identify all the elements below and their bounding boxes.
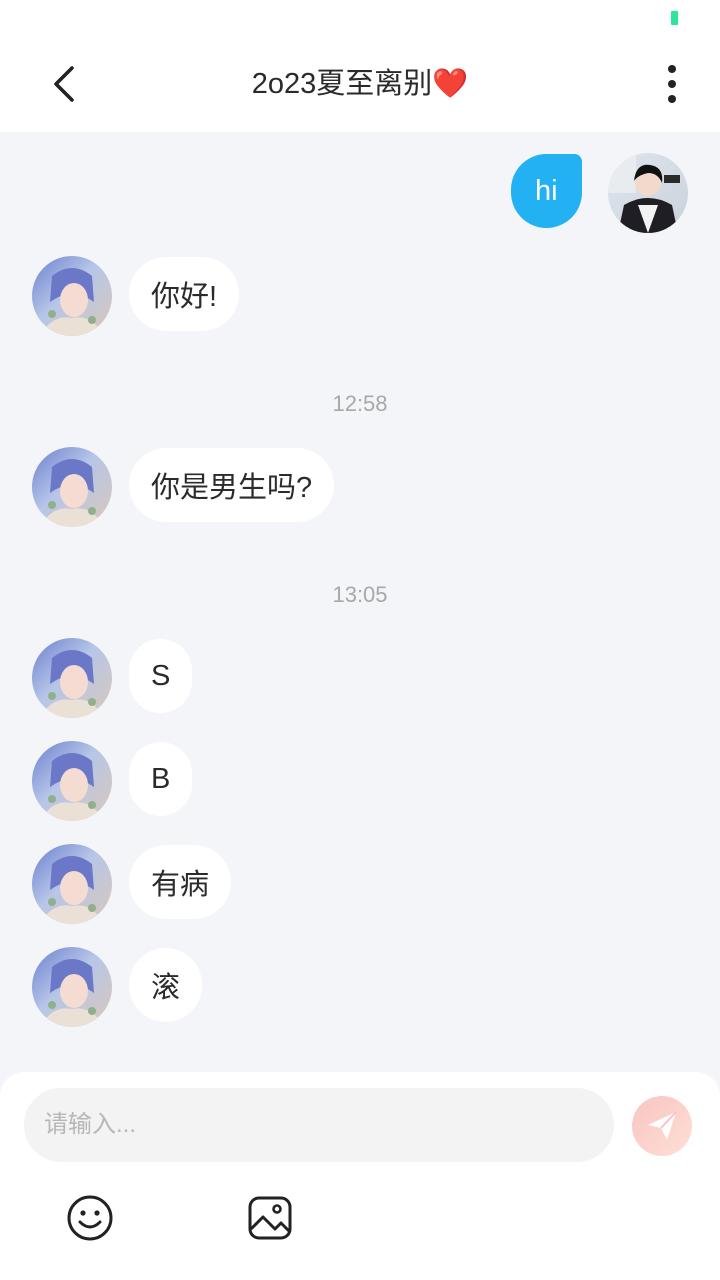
contact-avatar[interactable] — [32, 638, 112, 718]
image-button[interactable] — [244, 1192, 296, 1244]
header: 2o23夏至离别❤️ — [0, 36, 720, 132]
message-text: 你好! — [151, 281, 218, 313]
contact-message-bubble[interactable]: 你好! — [129, 257, 240, 331]
battery-icon — [671, 11, 678, 25]
contact-message-bubble[interactable]: S — [129, 639, 193, 713]
chat-area[interactable]: hi 你好! 12:58 你是男生吗? 13:05 S B 有病 滚 — [0, 132, 720, 1072]
page-title: 2o23夏至离别❤️ — [251, 68, 469, 100]
emoji-icon — [67, 1195, 113, 1241]
contact-message-bubble[interactable]: 有病 — [129, 845, 232, 919]
timestamp: 13:05 — [332, 582, 388, 607]
contact-avatar[interactable] — [32, 947, 112, 1027]
message-text: B — [151, 762, 171, 795]
contact-message-bubble[interactable]: 你是男生吗? — [129, 448, 335, 522]
message-text: 滚 — [151, 972, 181, 1004]
message-text: S — [151, 659, 171, 692]
message-input[interactable] — [24, 1088, 614, 1162]
image-icon — [248, 1196, 292, 1240]
message-text: 你是男生吗? — [151, 472, 313, 504]
message-text: 有病 — [151, 869, 210, 901]
my-avatar[interactable] — [608, 153, 688, 233]
my-message-bubble[interactable]: hi — [511, 154, 582, 228]
back-button[interactable] — [38, 58, 90, 110]
contact-avatar[interactable] — [32, 447, 112, 527]
status-bar — [0, 0, 720, 36]
contact-message-bubble[interactable]: 滚 — [129, 948, 203, 1022]
more-button[interactable] — [652, 62, 692, 106]
contact-message-bubble[interactable]: B — [129, 742, 193, 816]
emoji-button[interactable] — [64, 1192, 116, 1244]
composer — [0, 1072, 720, 1280]
message-text: hi — [535, 174, 558, 207]
contact-avatar[interactable] — [32, 256, 112, 336]
contact-avatar[interactable] — [32, 741, 112, 821]
chevron-left-icon — [54, 66, 74, 102]
timestamp: 12:58 — [332, 391, 388, 416]
contact-avatar[interactable] — [32, 844, 112, 924]
send-button[interactable] — [632, 1096, 692, 1156]
paper-plane-icon — [648, 1111, 677, 1140]
more-vertical-icon — [668, 65, 676, 103]
